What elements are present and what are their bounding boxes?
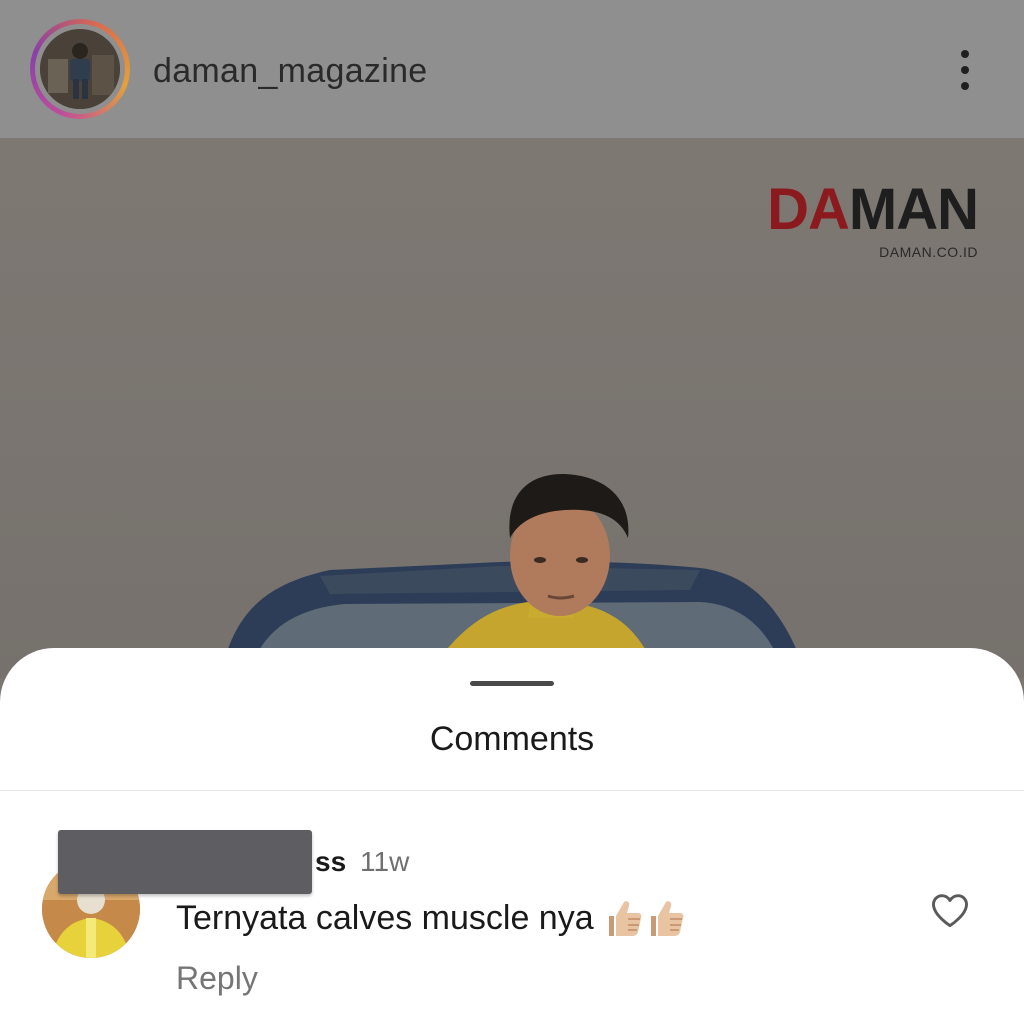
redacted-username-block [58, 830, 312, 894]
thumbs-up-emoji-group [606, 898, 686, 938]
divider [0, 790, 1024, 791]
more-options-icon[interactable] [948, 46, 982, 94]
thumbs-up-icon [608, 901, 642, 936]
profile-photo [40, 29, 120, 109]
commenter-username[interactable]: ss [315, 846, 346, 878]
comment-body: Ternyata calves muscle nya [176, 898, 686, 938]
drag-handle[interactable] [470, 681, 554, 686]
post-photo-scene [225, 473, 800, 658]
reply-button[interactable]: Reply [176, 960, 258, 997]
profile-photo-figure [40, 29, 120, 109]
thumbs-up-icon [650, 901, 684, 936]
comments-sheet: Comments ss 11w Ternyata calves muscle n… [0, 648, 1024, 1021]
post-header: daman_magazine [0, 0, 1024, 138]
comment-text: Ternyata calves muscle nya [176, 898, 594, 937]
profile-avatar[interactable] [30, 19, 130, 119]
comment-item: ss 11w Ternyata calves muscle nya Reply [0, 808, 1024, 1021]
post-username[interactable]: daman_magazine [153, 52, 428, 91]
post-image[interactable]: DAMAN DAMAN.CO.ID [0, 138, 1024, 678]
comment-timestamp: 11w [360, 846, 410, 877]
comments-title: Comments [429, 720, 595, 758]
heart-icon[interactable] [928, 888, 972, 932]
